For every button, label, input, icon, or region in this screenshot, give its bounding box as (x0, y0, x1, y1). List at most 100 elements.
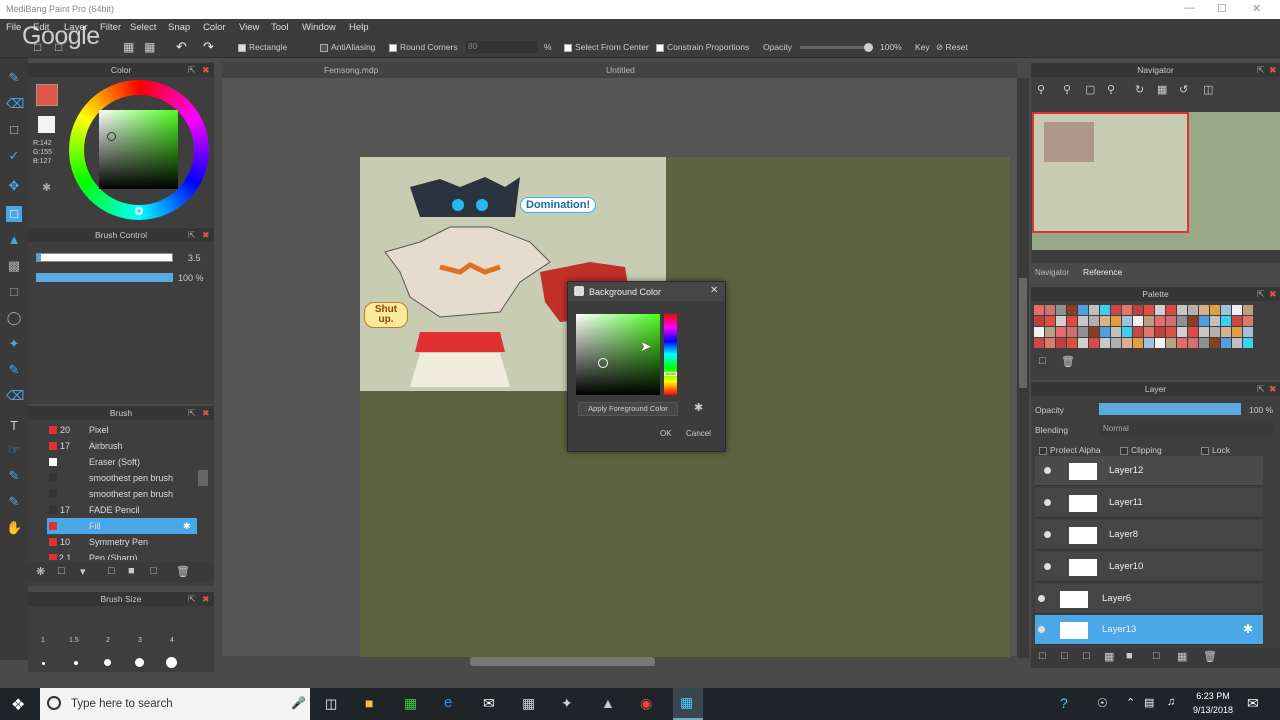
visibility-icon[interactable] (1044, 467, 1051, 474)
minimize-button[interactable]: — (1184, 2, 1195, 14)
layer-row[interactable]: Layer10 (1035, 552, 1263, 582)
palette-swatch[interactable] (1067, 327, 1077, 337)
operation-tool-icon[interactable]: ☞ (6, 442, 22, 458)
palette-swatch[interactable] (1111, 338, 1121, 348)
palette-swatch[interactable] (1133, 338, 1143, 348)
brush-size-slider[interactable] (36, 253, 173, 262)
palette-swatch[interactable] (1177, 338, 1187, 348)
menu-help[interactable]: Help (349, 22, 369, 33)
palette-swatch[interactable] (1078, 327, 1088, 337)
palette-swatch[interactable] (1034, 338, 1044, 348)
mail-icon[interactable]: ✉ (483, 695, 495, 712)
menu-filter[interactable]: Filter (100, 22, 121, 33)
detach-icon[interactable]: ⇱ (188, 63, 196, 77)
palette-swatch[interactable] (1243, 338, 1253, 348)
palette-swatch[interactable] (1045, 327, 1055, 337)
lock-checkbox[interactable]: Lock (1201, 445, 1230, 455)
brush-item[interactable]: Eraser (Soft) (47, 454, 197, 470)
dialog-close-icon[interactable]: ✕ (710, 285, 718, 296)
palette-swatch[interactable] (1221, 316, 1231, 326)
layer-row[interactable]: Layer6 (1035, 584, 1263, 614)
visibility-icon[interactable] (1038, 595, 1045, 602)
brush-item[interactable]: smoothest pen brush (47, 486, 197, 502)
zoom-in-icon[interactable]: ⚲ (1037, 83, 1045, 96)
palette-swatch[interactable] (1188, 316, 1198, 326)
copy-brush-icon[interactable]: □ (108, 565, 115, 577)
saturation-value-square[interactable] (99, 110, 178, 189)
palette-swatch[interactable] (1111, 305, 1121, 315)
reset-button[interactable]: ⊘ Reset (936, 42, 968, 53)
apply-foreground-button[interactable]: Apply Foreground Color (578, 402, 678, 416)
palette-swatch[interactable] (1133, 316, 1143, 326)
opacity-slider-handle[interactable] (864, 43, 873, 52)
palette-swatch[interactable] (1199, 327, 1209, 337)
palette-swatch[interactable] (1155, 327, 1165, 337)
menu-tool[interactable]: Tool (271, 22, 288, 33)
palette-swatch[interactable] (1188, 327, 1198, 337)
brush-item[interactable]: 17 FADE Pencil (47, 502, 197, 518)
visibility-icon[interactable] (1044, 563, 1051, 570)
shape-tool-icon[interactable]: □ (6, 206, 22, 222)
panel-close-icon[interactable]: ✖ (1269, 287, 1277, 301)
palette-swatch[interactable] (1089, 338, 1099, 348)
task-view-icon[interactable]: ◫ (325, 696, 337, 712)
palette-swatch[interactable] (1155, 305, 1165, 315)
select-tool-icon[interactable]: □ (6, 284, 22, 300)
size-dot[interactable] (135, 658, 144, 667)
palette-swatch[interactable] (1144, 327, 1154, 337)
panel-close-icon[interactable]: ✖ (202, 63, 210, 77)
lasso-tool-icon[interactable]: ✓ (6, 148, 22, 164)
palette-swatch[interactable] (1133, 305, 1143, 315)
dialog-hue-handle[interactable] (664, 372, 677, 376)
edge-icon[interactable]: e (444, 694, 452, 711)
file-explorer-icon[interactable]: ■ (365, 695, 373, 711)
brush-item[interactable]: 10 Symmetry Pen (47, 534, 197, 550)
brush-menu-icon[interactable]: ▾ (80, 565, 86, 578)
size-dot[interactable] (104, 659, 111, 666)
duplicate-layer-icon[interactable]: □ (1153, 650, 1160, 662)
horizontal-scrollbar[interactable] (470, 657, 655, 666)
windows-start-icon[interactable]: ❖ (11, 695, 25, 715)
select-pen-tool-icon[interactable]: ✎ (6, 362, 22, 378)
dialog-hue-slider[interactable] (664, 314, 677, 395)
new-layer-icon[interactable]: □ (1039, 650, 1046, 662)
select-eraser-tool-icon[interactable]: ⌫ (6, 388, 24, 404)
hue-cursor[interactable] (135, 207, 143, 215)
palette-swatch[interactable] (1199, 305, 1209, 315)
rotate-icon[interactable]: ↻ (1135, 83, 1144, 96)
tab-femsong[interactable]: Femsong.mdp (324, 65, 378, 75)
palette-swatch[interactable] (1111, 327, 1121, 337)
palette-swatch[interactable] (1221, 305, 1231, 315)
palette-swatch[interactable] (1100, 305, 1110, 315)
palette-swatch[interactable] (1188, 305, 1198, 315)
layer-opacity-slider[interactable] (1099, 403, 1241, 415)
fit-icon[interactable]: ▢ (1085, 83, 1095, 96)
palette-swatch[interactable] (1232, 305, 1242, 315)
menu-color[interactable]: Color (203, 22, 226, 33)
palette-swatch[interactable] (1210, 305, 1220, 315)
zoom-in-icon[interactable]: ⚲ (1063, 83, 1071, 96)
brush-list-scrollbar[interactable] (198, 470, 208, 486)
round-corners-input[interactable]: 80 (466, 41, 538, 53)
detach-icon[interactable]: ⇱ (188, 592, 196, 606)
palette-swatch[interactable] (1067, 316, 1077, 326)
palette-swatch[interactable] (1111, 316, 1121, 326)
panel-close-icon[interactable]: ✖ (202, 592, 210, 606)
brush-item-selected[interactable]: Fill ✱ (47, 518, 197, 534)
new-8bit-layer-icon[interactable]: □ (1083, 650, 1090, 662)
palette-swatch[interactable] (1155, 316, 1165, 326)
palette-swatch[interactable] (1232, 316, 1242, 326)
panel-close-icon[interactable]: ✖ (1269, 63, 1277, 77)
delete-swatch-icon[interactable]: 🗑 (1061, 355, 1075, 368)
panel-close-icon[interactable]: ✖ (202, 406, 210, 420)
layer-row[interactable]: Layer11 (1035, 488, 1263, 518)
palette-swatch[interactable] (1122, 305, 1132, 315)
palette-swatch[interactable] (1199, 338, 1209, 348)
dialog-color-cursor[interactable] (598, 358, 608, 368)
new-halftone-layer-icon[interactable]: □ (1061, 650, 1068, 662)
antialias-checkbox[interactable]: AntiAliasing (320, 42, 375, 52)
palette-swatch[interactable] (1078, 316, 1088, 326)
palette-swatch[interactable] (1089, 305, 1099, 315)
menu-view[interactable]: View (239, 22, 259, 33)
detach-icon[interactable]: ⇱ (1257, 382, 1265, 396)
